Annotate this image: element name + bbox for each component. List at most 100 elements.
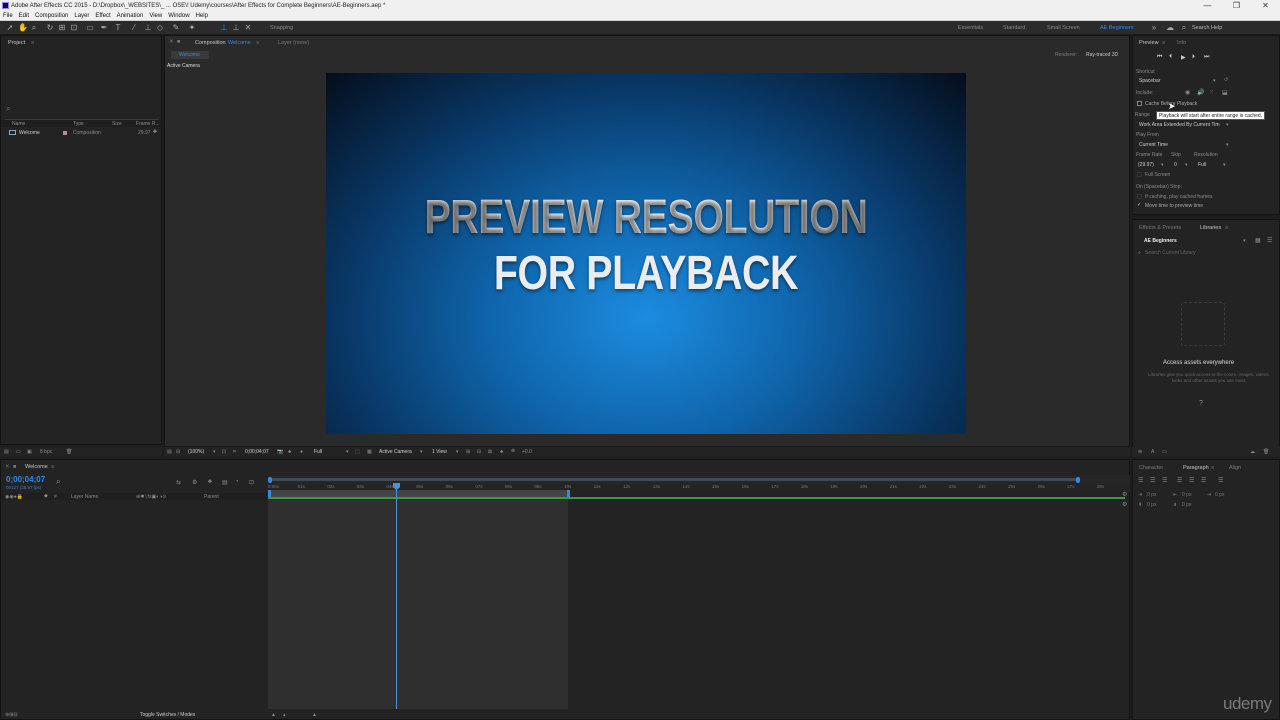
panel-menu-icon[interactable]: ≡ <box>256 40 259 46</box>
col-type[interactable]: Type <box>73 121 84 127</box>
world-axis-icon[interactable]: ⊥ <box>232 24 240 32</box>
new-folder-icon[interactable]: ▭ <box>16 449 21 455</box>
menu-composition[interactable]: Composition <box>35 12 68 20</box>
zoom-slider-icon[interactable]: ▴ <box>283 712 286 718</box>
cloud-sync-icon[interactable]: ☁ <box>1250 449 1255 455</box>
zoom-dropdown[interactable]: (100%) <box>188 449 204 455</box>
panel-menu-icon[interactable]: ≡ <box>51 464 54 470</box>
last-frame-icon[interactable]: ⏭ <box>1204 54 1209 61</box>
grid-icon[interactable]: ⌗ <box>233 449 236 455</box>
full-screen-checkbox[interactable] <box>1137 172 1142 177</box>
resolution-dropdown[interactable]: Full <box>314 449 322 455</box>
layer-controls-icon[interactable]: ⬓ <box>1222 89 1228 96</box>
local-axis-icon[interactable]: ⊥ <box>220 24 228 32</box>
composition-canvas[interactable]: PREVIEW RESOLUTION FOR PLAYBACK <box>326 73 966 434</box>
dropdown-arrow-icon[interactable]: ▾ <box>1185 162 1188 168</box>
comp-button-icons[interactable]: ⊛⊞⊟ <box>5 712 18 718</box>
brush-tool-icon[interactable]: ⁄ <box>130 24 138 32</box>
workspace-ae-beginners[interactable]: AE Beginners <box>1100 25 1134 31</box>
lock-icon[interactable]: ■ <box>13 464 16 470</box>
shape-tool-icon[interactable]: ▭ <box>86 24 94 32</box>
label-header-icon[interactable]: ◆ <box>44 493 48 499</box>
character-tab[interactable]: Character <box>1139 465 1163 471</box>
playhead-line[interactable] <box>396 484 397 709</box>
camera-dropdown[interactable]: Active Camera <box>379 449 412 455</box>
camera-tool-icon[interactable]: ⊞ <box>58 24 66 32</box>
zoom-out-icon[interactable]: ▲ <box>271 712 276 718</box>
timeline-end-icon[interactable]: ⚙ <box>1122 501 1127 508</box>
dropdown-arrow-icon[interactable]: ▾ <box>1243 238 1246 244</box>
close-tab-icon[interactable]: ✕ <box>5 464 10 470</box>
roto-brush-tool-icon[interactable]: ✎ <box>172 24 180 32</box>
paragraph-tab[interactable]: Paragraph <box>1183 465 1209 471</box>
library-search-input[interactable]: Search Current Library <box>1145 250 1196 256</box>
workspace-standard[interactable]: Standard <box>1003 25 1025 31</box>
comp-flowchart-icon[interactable]: ⇆ <box>176 479 181 486</box>
renderer-value[interactable]: Ray-traced 3D <box>1086 52 1118 58</box>
list-item[interactable]: Welcome Composition 29.97 ♣ <box>1 129 161 136</box>
indent-right-value[interactable]: 0 px <box>1182 492 1191 498</box>
dropdown-arrow-icon[interactable]: ▾ <box>420 449 423 455</box>
sync-settings-icon[interactable]: ☁ <box>1166 24 1174 32</box>
play-icon[interactable]: ▶ <box>1181 54 1186 61</box>
first-line-value[interactable]: 0 px <box>1215 492 1224 498</box>
pen-tool-icon[interactable]: ✒ <box>100 24 108 32</box>
new-comp-icon[interactable]: ▣ <box>27 449 32 455</box>
flowchart-icon[interactable]: ♣ <box>153 129 157 135</box>
workspace-menu-icon[interactable]: » <box>1150 24 1158 32</box>
always-preview-icon[interactable]: ▤ <box>167 449 172 455</box>
skip-dropdown[interactable]: 0 <box>1174 162 1177 168</box>
menu-file[interactable]: File <box>3 12 13 20</box>
add-content-icon[interactable]: ⊕ <box>1138 449 1142 455</box>
effects-presets-tab[interactable]: Effects & Presets <box>1139 225 1181 231</box>
justify-right-icon[interactable]: ☰ <box>1201 477 1206 484</box>
info-tab[interactable]: Info <box>1177 40 1186 46</box>
play-from-dropdown[interactable]: Current Time <box>1139 142 1168 148</box>
shortcut-dropdown[interactable]: Spacebar <box>1139 78 1160 84</box>
hand-tool-icon[interactable]: ✋ <box>18 24 28 32</box>
lock-icon[interactable]: ■ <box>177 39 180 45</box>
add-graphic-icon[interactable]: ▭ <box>1162 449 1167 455</box>
frame-blending-icon[interactable]: ▤ <box>222 479 228 486</box>
menu-layer[interactable]: Layer <box>74 12 89 20</box>
exposure-reset-icon[interactable]: ⊗ <box>511 448 515 454</box>
workspace-essentials[interactable]: Essentials <box>958 25 983 31</box>
justify-center-icon[interactable]: ☰ <box>1189 477 1194 484</box>
flowchart-icon[interactable]: ♣ <box>500 449 503 455</box>
if-caching-checkbox[interactable] <box>1137 194 1142 199</box>
panel-menu-icon[interactable]: ≡ <box>1211 465 1214 471</box>
list-view-icon[interactable]: ☰ <box>1267 237 1272 244</box>
add-text-icon[interactable]: A <box>1151 449 1154 455</box>
align-right-icon[interactable]: ☰ <box>1162 477 1167 484</box>
av-switches-icon[interactable]: ◉◉●🔒 <box>5 494 23 500</box>
search-icon[interactable]: ⌕ <box>1180 24 1188 32</box>
help-icon[interactable]: ? <box>1199 400 1203 407</box>
pan-behind-tool-icon[interactable]: ⊡ <box>70 24 78 32</box>
rotate-tool-icon[interactable]: ↻ <box>46 24 54 32</box>
align-center-icon[interactable]: ☰ <box>1150 477 1155 484</box>
col-frame-rate[interactable]: Frame R... <box>136 121 160 127</box>
comp-timecode[interactable]: 0;00;04;07 <box>245 449 269 455</box>
overlays-include-icon[interactable]: ⁙ <box>1209 89 1214 96</box>
audio-include-icon[interactable]: 🔊 <box>1197 89 1204 96</box>
view-axis-icon[interactable]: ✕ <box>244 24 252 32</box>
workspace-small-screen[interactable]: Small Screen <box>1047 25 1080 31</box>
justify-left-icon[interactable]: ☰ <box>1177 477 1182 484</box>
color-channel-icon[interactable]: ● <box>300 449 303 455</box>
label-color-swatch[interactable] <box>63 131 67 135</box>
align-tab[interactable]: Align <box>1229 465 1241 471</box>
previous-frame-icon[interactable]: ⏴ <box>1169 54 1172 61</box>
layer-name-header[interactable]: Layer Name <box>71 494 98 500</box>
dropdown-arrow-icon[interactable]: ▾ <box>1161 162 1164 168</box>
close-button[interactable]: ✕ <box>1251 0 1280 12</box>
libraries-tab[interactable]: Libraries <box>1200 225 1221 231</box>
transparency-grid-icon[interactable]: ▦ <box>367 449 372 455</box>
menu-edit[interactable]: Edit <box>19 12 29 20</box>
parent-header[interactable]: Parent <box>204 494 219 500</box>
type-tool-icon[interactable]: T <box>114 24 122 32</box>
trash-icon[interactable]: 🗑 <box>66 449 72 455</box>
comp-button-icon[interactable]: ⚙ <box>1122 491 1127 498</box>
reset-icon[interactable]: ↺ <box>1224 77 1228 83</box>
timeline-search-icon[interactable]: ⌕ <box>56 477 60 487</box>
region-of-interest-icon[interactable]: ⬚ <box>355 449 360 455</box>
